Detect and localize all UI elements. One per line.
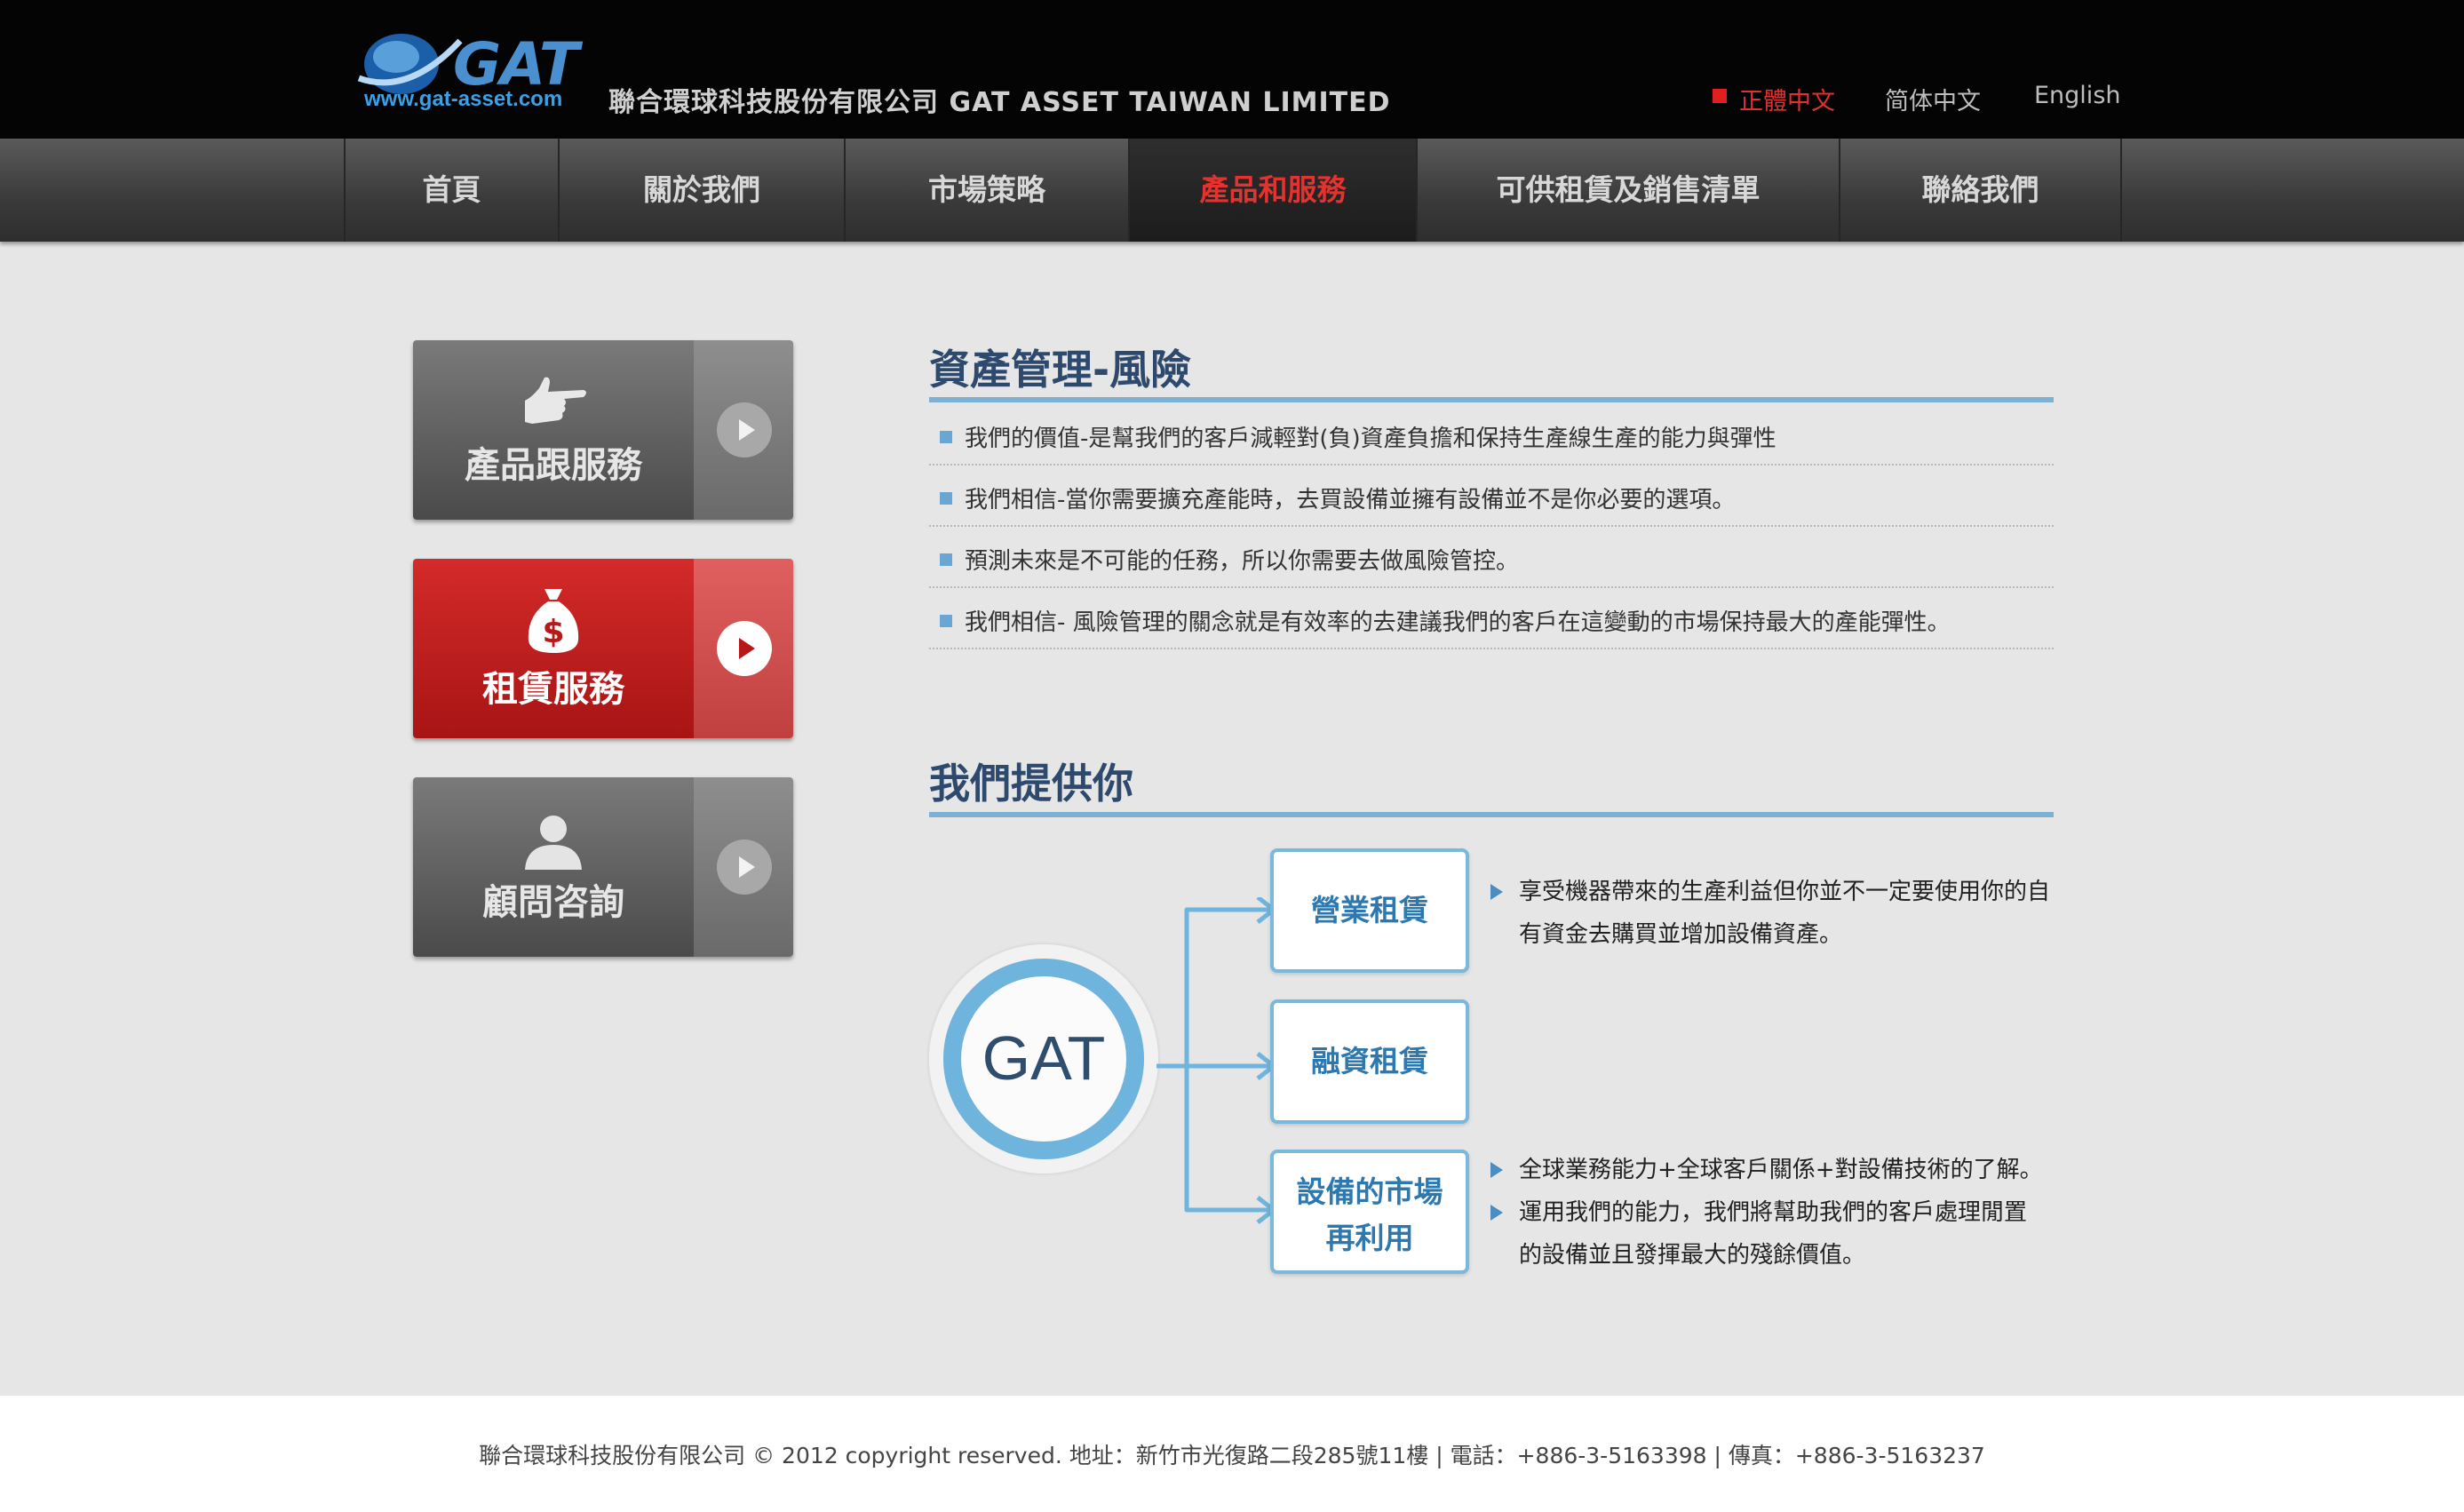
sidebar-button-arrow-panel [694, 559, 793, 738]
site-footer: 聯合環球科技股份有限公司 © 2012 copyright reserved. … [0, 1396, 2464, 1512]
triangle-bullet-icon [1490, 1205, 1503, 1221]
list-item: 預測未來是不可能的任務，所以你需要去做風險管控。 [929, 527, 2054, 588]
lang-english[interactable]: English [2034, 82, 2121, 109]
list-item-text: 我們相信- 風險管理的關念就是有效率的去建議我們的客戶在這變動的市場保持最大的產… [965, 609, 1951, 636]
footer-text: 聯合環球科技股份有限公司 © 2012 copyright reserved. … [479, 1443, 1985, 1468]
play-arrow-icon [717, 621, 772, 676]
section-title-offer: 我們提供你 [929, 760, 1133, 808]
section-title-risk: 資產管理-風險 [929, 346, 1192, 394]
sidebar-button-products-services[interactable]: 產品跟服務 [413, 340, 793, 520]
sidebar-button-face: $ 租賃服務 [413, 559, 694, 738]
service-box-equipment-remarketing[interactable]: 設備的市場 再利用 [1270, 1150, 1469, 1274]
nav-item-contact[interactable]: 聯絡我們 [1839, 139, 2120, 242]
list-item: 我們的價值-是幫我們的客戶減輕對(負)資產負擔和保持生產線生產的能力與彈性 [929, 404, 2054, 466]
description-line: 有資金去購買並增加設備資產。 [1519, 921, 1843, 948]
lang-traditional-chinese[interactable]: 正體中文 [1739, 82, 1835, 116]
bullet-square-icon [940, 553, 952, 566]
nav-item-products-services[interactable]: 產品和服務 [1128, 139, 1416, 242]
triangle-bullet-icon [1490, 884, 1503, 900]
play-arrow-icon [717, 840, 772, 895]
nav-item-about[interactable]: 關於我們 [558, 139, 844, 242]
service-box-finance-lease[interactable]: 融資租賃 [1270, 999, 1469, 1124]
list-item: 我們相信- 風險管理的關念就是有效率的去建議我們的客戶在這變動的市場保持最大的產… [929, 588, 2054, 649]
nav-item-strategy[interactable]: 市場策略 [844, 139, 1128, 242]
person-icon [525, 816, 582, 870]
sidebar-button-arrow-panel [694, 340, 793, 520]
section-title-underline [929, 812, 2054, 817]
bullet-square-icon [940, 492, 952, 505]
bullet-square-icon [940, 431, 952, 443]
money-bag-icon: $ [528, 589, 579, 653]
sidebar-button-face: 顧問咨詢 [413, 777, 694, 957]
description-line: 運用我們的能力，我們將幫助我們的客戶處理閒置 [1519, 1199, 2028, 1226]
list-item-text: 預測未來是不可能的任務，所以你需要去做風險管控。 [965, 548, 1520, 575]
main-nav: 首頁 關於我們 市場策略 產品和服務 可供租賃及銷售清單 聯絡我們 [0, 139, 2464, 242]
service-description-3: 運用我們的能力，我們將幫助我們的客戶處理閒置 的設備並且發揮最大的殘餘價值。 [1519, 1191, 2027, 1277]
triangle-bullet-icon [1490, 1162, 1503, 1178]
nav-divider [2120, 139, 2122, 242]
company-name: 聯合環球科技股份有限公司 GAT ASSET TAIWAN LIMITED [608, 87, 1391, 118]
list-item: 我們相信-當你需要擴充產能時，去買設備並擁有設備並不是你必要的選項。 [929, 466, 2054, 527]
sidebar-button-consulting[interactable]: 顧問咨詢 [413, 777, 793, 957]
bullet-square-icon [940, 615, 952, 627]
service-description-2: 全球業務能力+全球客戶關係+對設備技術的了解。 [1519, 1157, 2043, 1183]
service-box-operating-lease[interactable]: 營業租賃 [1270, 848, 1469, 973]
list-item-text: 我們的價值-是幫我們的客戶減輕對(負)資產負擔和保持生產線生產的能力與彈性 [965, 426, 1776, 452]
sidebar-button-arrow-panel [694, 777, 793, 957]
lang-simplified-chinese[interactable]: 简体中文 [1885, 82, 1981, 116]
sidebar-button-label: 產品跟服務 [465, 445, 642, 486]
service-box-line: 設備的市場 [1296, 1174, 1443, 1209]
service-box-line: 再利用 [1325, 1221, 1414, 1255]
description-line: 享受機器帶來的生產利益但你並不一定要使用你的自 [1519, 879, 2051, 905]
sidebar-button-label: 租賃服務 [482, 669, 624, 710]
play-arrow-icon [717, 402, 772, 458]
list-item-text: 我們相信-當你需要擴充產能時，去買設備並擁有設備並不是你必要的選項。 [965, 487, 1736, 513]
svg-text:$: $ [542, 614, 564, 650]
description-line: 的設備並且發揮最大的殘餘價值。 [1519, 1242, 1866, 1269]
section-title-underline [929, 397, 2054, 402]
pointing-hand-icon [525, 377, 586, 424]
gat-center-circle: GAT [943, 959, 1144, 1159]
logo-url[interactable]: www.gat-asset.com [364, 87, 562, 112]
site-header: GAT www.gat-asset.com 聯合環球科技股份有限公司 GAT A… [0, 0, 2464, 139]
sidebar-button-face: 產品跟服務 [413, 340, 694, 520]
connector-arrows [1156, 897, 1276, 1224]
service-description-1: 享受機器帶來的生產利益但你並不一定要使用你的自 有資金去購買並增加設備資產。 [1519, 871, 2050, 956]
sidebar-button-leasing-services[interactable]: $ 租賃服務 [413, 559, 793, 738]
nav-item-home[interactable]: 首頁 [344, 139, 558, 242]
active-language-marker [1713, 89, 1727, 103]
nav-item-lease-sale-list[interactable]: 可供租賃及銷售清單 [1416, 139, 1839, 242]
sidebar-button-label: 顧問咨詢 [482, 882, 624, 923]
